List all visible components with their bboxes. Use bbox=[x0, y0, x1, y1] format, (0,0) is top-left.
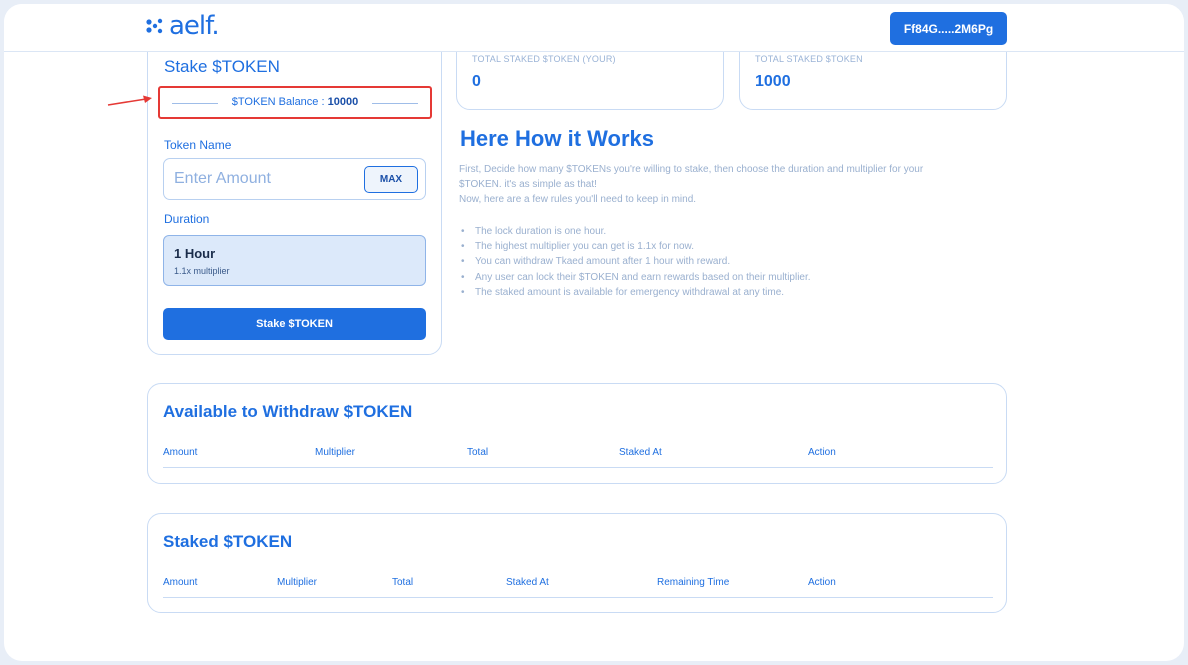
amount-field: MAX bbox=[163, 158, 426, 200]
top-navbar: aelf. Ff84G.....2M6Pg bbox=[4, 4, 1184, 52]
table-divider bbox=[163, 597, 993, 598]
staked-table-title: Staked $TOKEN bbox=[163, 532, 293, 551]
stat-value: 0 bbox=[472, 73, 481, 90]
how-intro-line: First, Decide how many $TOKENs you're wi… bbox=[459, 164, 924, 175]
column-header: Multiplier bbox=[277, 577, 318, 588]
duration-option-1-hour[interactable]: 1 Hour 1.1x multiplier bbox=[163, 235, 426, 286]
withdraw-table-title: Available to Withdraw $TOKEN bbox=[163, 402, 413, 421]
amount-input[interactable] bbox=[174, 167, 354, 191]
token-balance-value: 10000 bbox=[327, 96, 359, 108]
rule-item: You can withdraw Tkaed amount after 1 ho… bbox=[459, 254, 811, 269]
column-header: Remaining Time bbox=[657, 577, 730, 588]
column-header: Action bbox=[808, 447, 836, 458]
withdraw-table-card: Available to Withdraw $TOKEN Amount Mult… bbox=[147, 383, 1007, 484]
stake-button[interactable]: Stake $TOKEN bbox=[163, 308, 426, 340]
token-balance-highlight: $TOKEN Balance : 10000 bbox=[158, 86, 432, 119]
annotation-arrow-icon bbox=[107, 95, 152, 106]
token-balance: $TOKEN Balance : 10000 bbox=[160, 96, 430, 108]
stat-value: 1000 bbox=[755, 73, 791, 90]
aelf-dots-icon bbox=[146, 18, 163, 34]
aelf-logo[interactable]: aelf. bbox=[145, 11, 220, 41]
max-button[interactable]: MAX bbox=[364, 166, 418, 193]
rules-list: The lock duration is one hour. The highe… bbox=[459, 224, 811, 300]
column-header: Action bbox=[808, 577, 836, 588]
wallet-address-button[interactable]: Ff84G.....2M6Pg bbox=[890, 12, 1007, 45]
how-it-works-title: Here How it Works bbox=[460, 126, 654, 151]
divider-line bbox=[372, 103, 418, 104]
rule-item: The staked amount is available for emerg… bbox=[459, 285, 811, 300]
column-header: Amount bbox=[163, 577, 198, 588]
column-header: Amount bbox=[163, 447, 198, 458]
column-header: Staked At bbox=[619, 447, 662, 458]
duration-label: Duration bbox=[164, 212, 210, 226]
stake-title: Stake $TOKEN bbox=[164, 57, 280, 76]
how-intro-line: $TOKEN. it's as simple as that! bbox=[459, 179, 597, 190]
how-intro-line: Now, here are a few rules you'll need to… bbox=[459, 194, 697, 205]
token-balance-label: $TOKEN Balance : bbox=[231, 96, 328, 108]
duration-option-multiplier: 1.1x multiplier bbox=[174, 266, 230, 276]
stat-label: TOTAL STAKED $TOKEN bbox=[755, 54, 863, 64]
stat-label: TOTAL STAKED $TOKEN (YOUR) bbox=[472, 54, 616, 64]
rule-item: The highest multiplier you can get is 1.… bbox=[459, 239, 811, 254]
column-header: Staked At bbox=[506, 577, 549, 588]
logo-text: aelf. bbox=[169, 11, 220, 41]
column-header: Total bbox=[467, 447, 489, 458]
staked-table-card: Staked $TOKEN Amount Multiplier Total St… bbox=[147, 513, 1007, 613]
stake-card: Stake $TOKEN $TOKEN Balance : 10000 Toke… bbox=[147, 24, 442, 355]
duration-option-title: 1 Hour bbox=[174, 246, 216, 261]
app-window: aelf. Ff84G.....2M6Pg Stake $TOKEN $TOKE… bbox=[4, 4, 1184, 661]
rule-item: The lock duration is one hour. bbox=[459, 224, 811, 239]
column-header: Multiplier bbox=[315, 447, 356, 458]
table-divider bbox=[163, 467, 993, 468]
rule-item: Any user can lock their $TOKEN and earn … bbox=[459, 270, 811, 285]
column-header: Total bbox=[392, 577, 414, 588]
token-name-label: Token Name bbox=[164, 138, 232, 152]
